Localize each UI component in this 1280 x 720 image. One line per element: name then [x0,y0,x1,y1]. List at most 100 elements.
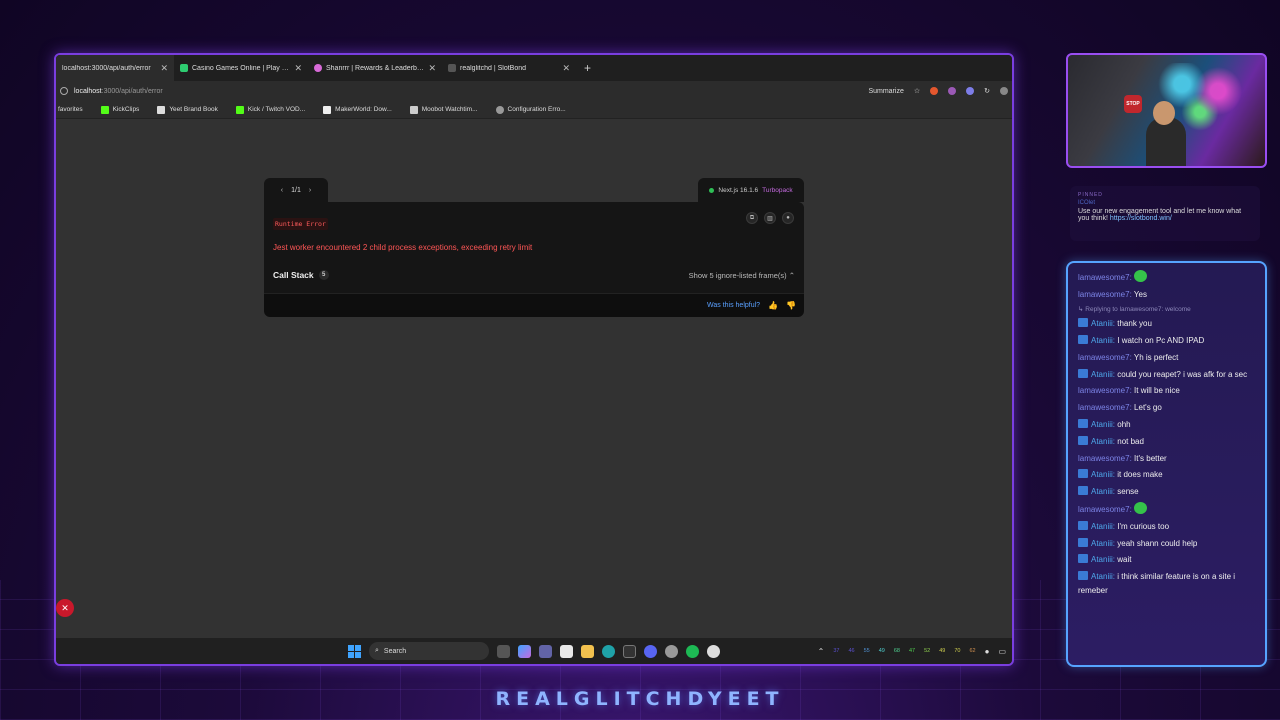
error-message: Jest worker encountered 2 child process … [273,243,533,252]
chat-message: Ataniii: thank you [1078,317,1255,331]
chat-username[interactable]: Ataniii: [1091,420,1115,429]
chat-list: lamawesome7: lamawesome7: Yes ↳ Replying … [1078,270,1255,597]
chat-message: lamawesome7: It's better [1078,452,1255,466]
obs-icon[interactable] [707,644,720,658]
slotbond-icon [448,64,456,72]
close-icon[interactable]: ✕ [294,63,302,74]
chat-username[interactable]: lamawesome7: [1078,290,1132,299]
chat-username[interactable]: Ataniii: [1091,522,1115,531]
chat-username[interactable]: lamawesome7: [1078,273,1132,282]
star-icon[interactable]: ☆ [914,87,920,95]
version-badge[interactable]: Next.js 16.1.6 Turbopack [698,178,804,202]
chat-text: It will be nice [1134,386,1180,396]
terminal-icon[interactable] [623,644,636,658]
copilot-icon[interactable] [518,644,531,658]
avatar[interactable] [1000,87,1008,95]
chat-username[interactable]: Ataniii: [1091,336,1115,345]
summarize-button[interactable]: Summarize [868,88,903,95]
pinned-header: PINNED [1078,192,1103,198]
bookmark-kickclips[interactable]: KickClips [100,105,139,114]
copy-icon[interactable]: ⧉ [746,212,758,224]
settings-icon[interactable]: ● [782,212,794,224]
chat-username[interactable]: Ataniii: [1091,572,1115,581]
discord-icon[interactable] [644,644,657,658]
monitor-icon[interactable]: ▭ [998,647,1006,656]
chat-message: Ataniii: ohh [1078,418,1255,432]
tray-chevron-icon[interactable]: ⌃ [818,647,825,656]
streamer-head-image [1153,101,1175,125]
chat-username[interactable]: lamawesome7: [1078,353,1132,362]
chat-username[interactable]: lamawesome7: [1078,386,1132,395]
site-info-icon[interactable] [60,87,68,95]
bookmark-yeet[interactable]: Yeet Brand Book [157,105,218,114]
refresh-icon[interactable]: ↻ [984,87,990,95]
bookmarks-bar: favorites KickClips Yeet Brand Book Kick… [56,101,1012,119]
bookmark-favorites[interactable]: favorites [58,106,83,113]
chat-message: Ataniii: wait [1078,553,1255,567]
prev-error-button[interactable]: ‹ [281,187,283,194]
status-dot-icon [709,187,715,193]
pinned-message: PINNED ICOlet Use our new engagement too… [1070,186,1260,241]
url-host: localhost [74,87,102,95]
error-indicator-button[interactable]: ✕ [56,599,74,617]
store-icon[interactable] [560,644,573,658]
extension-icon[interactable] [966,87,975,95]
tray-value: 46 [848,648,855,654]
tab-slotbond[interactable]: realglitchd | SlotBond ✕ [442,55,576,81]
url-field[interactable]: localhost:3000/api/auth/error [60,87,868,95]
moobot-icon [409,105,418,114]
extension-icon[interactable] [930,87,939,95]
badge-icon [1078,520,1088,530]
close-icon[interactable]: ✕ [160,63,168,74]
mic-icon[interactable]: ● [985,647,990,656]
emote-icon [1134,270,1148,283]
close-icon[interactable]: ✕ [428,63,436,74]
chat-username[interactable]: lamawesome7: [1078,454,1132,463]
tab-label: Casino Games Online | Play Crypto [192,64,290,72]
docs-icon[interactable]: ▥ [764,212,776,224]
chat-username[interactable]: Ataniii: [1091,370,1115,379]
close-icon[interactable]: ✕ [562,63,570,74]
chat-username[interactable]: Ataniii: [1091,319,1115,328]
chat-text: thank you [1117,319,1152,329]
show-ignored-frames-button[interactable]: Show 5 ignore-listed frame(s) ⌃ [689,271,795,280]
tab-localhost[interactable]: localhost:3000/api/auth/error ✕ [56,55,174,81]
chat-username[interactable]: Ataniii: [1091,437,1115,446]
chat-username[interactable]: Ataniii: [1091,487,1115,496]
edge-icon[interactable] [602,644,615,658]
chat-text: It's better [1134,453,1167,463]
thumbs-down-icon[interactable]: 👎 [786,301,796,310]
chat-username[interactable]: lamawesome7: [1078,505,1132,514]
chrome-icon[interactable] [665,644,678,658]
bookmark-kick-twitch[interactable]: Kick / Twitch VOD... [235,105,305,114]
chat-username[interactable]: Ataniii: [1091,555,1115,564]
chat-username[interactable]: lamawesome7: [1078,403,1132,412]
chat-username[interactable]: Ataniii: [1091,470,1115,479]
address-bar[interactable]: localhost:3000/api/auth/error Summarize … [56,81,1012,101]
bookmark-config[interactable]: Configuration Erro... [495,105,566,114]
yeet-icon [157,105,166,114]
taskbar-search[interactable]: ⌕ Search [369,642,489,660]
chat-username[interactable]: Ataniii: [1091,539,1115,548]
system-tray: ⌃ 37 46 55 49 68 47 52 49 70 62 ● ▭ [818,638,1006,664]
spotify-icon[interactable] [686,644,699,658]
error-pager: ‹ 1/1 › [264,178,328,202]
folder-icon[interactable] [581,644,594,658]
teams-icon[interactable] [539,644,552,658]
tab-casino[interactable]: Casino Games Online | Play Crypto ✕ [174,55,308,81]
thumbs-up-icon[interactable]: 👍 [768,301,778,310]
new-tab-icon[interactable]: + [584,61,591,75]
extension-icon[interactable] [948,87,957,95]
bookmark-moobot[interactable]: Moobot Watchtim... [409,105,478,114]
tab-shanrrr[interactable]: Shanrrr | Rewards & Leaderboards ✕ [308,55,442,81]
task-view-icon[interactable] [497,644,510,658]
pinned-link[interactable]: https://slotbond.win/ [1110,215,1172,222]
next-error-button[interactable]: › [309,187,311,194]
bookmark-makerworld[interactable]: MakerWorld: Dow... [323,105,392,114]
call-stack-title: Call Stack 5 [273,270,329,280]
tray-value: 62 [969,648,976,654]
tray-value: 52 [924,648,931,654]
windows-start-icon[interactable] [348,644,361,658]
chat-message: Ataniii: I'm curious too [1078,520,1255,534]
error-footer: Was this helpful? 👍 👎 [264,293,804,317]
